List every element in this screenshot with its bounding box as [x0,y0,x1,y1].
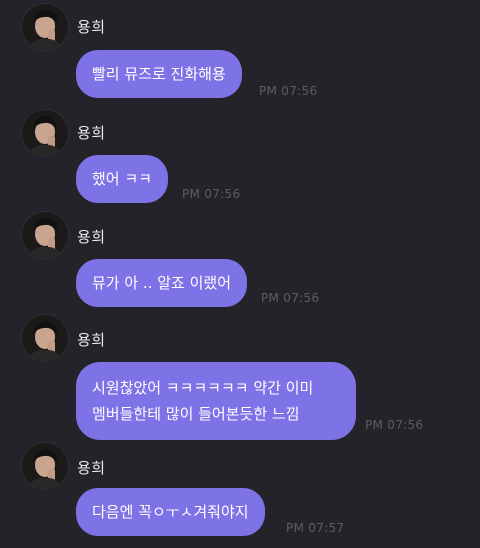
message-bubble[interactable]: 했어 ㅋㅋ [76,155,168,203]
sender-name: 용희 [77,228,106,246]
sender-name: 용희 [77,124,106,142]
avatar-icon [22,4,68,50]
message-timestamp: PM 07:56 [182,187,241,201]
avatar-icon [22,315,68,361]
message-timestamp: PM 07:57 [286,521,345,535]
sender-name: 용희 [77,18,106,36]
message-bubble[interactable]: 뮤가 아 .. 알죠 이랬어 [76,259,248,307]
message-timestamp: PM 07:56 [261,291,320,305]
sender-name: 용희 [77,331,106,349]
avatar[interactable] [22,4,68,50]
avatar[interactable] [22,443,68,489]
avatar[interactable] [22,315,68,361]
avatar-icon [22,443,68,489]
message-bubble[interactable]: 시원찮았어 ㅋㅋㅋㅋㅋㅋ 약간 이미 멤버들한테 많이 들어본듯한 느낌 [76,362,356,440]
message-text-line: 시원찮았어 ㅋㅋㅋㅋㅋㅋ 약간 이미 [92,379,314,397]
message-bubble[interactable]: 빨리 뮤즈로 진화해용 [76,50,242,98]
message-timestamp: PM 07:56 [365,418,424,432]
message-timestamp: PM 07:56 [259,84,318,98]
avatar-icon [22,110,68,156]
chat-thread: 용희 빨리 뮤즈로 진화해용 PM 07:56 용희 했어 ㅋㅋ PM 07:5… [0,0,480,548]
message-text-line: 멤버들한테 많이 들어본듯한 느낌 [92,405,300,423]
avatar-icon [22,212,68,258]
message-bubble[interactable]: 다음엔 꼭ㅇㅜㅅ겨줘야지 [76,488,265,536]
avatar[interactable] [22,212,68,258]
avatar[interactable] [22,110,68,156]
sender-name: 용희 [77,459,106,477]
